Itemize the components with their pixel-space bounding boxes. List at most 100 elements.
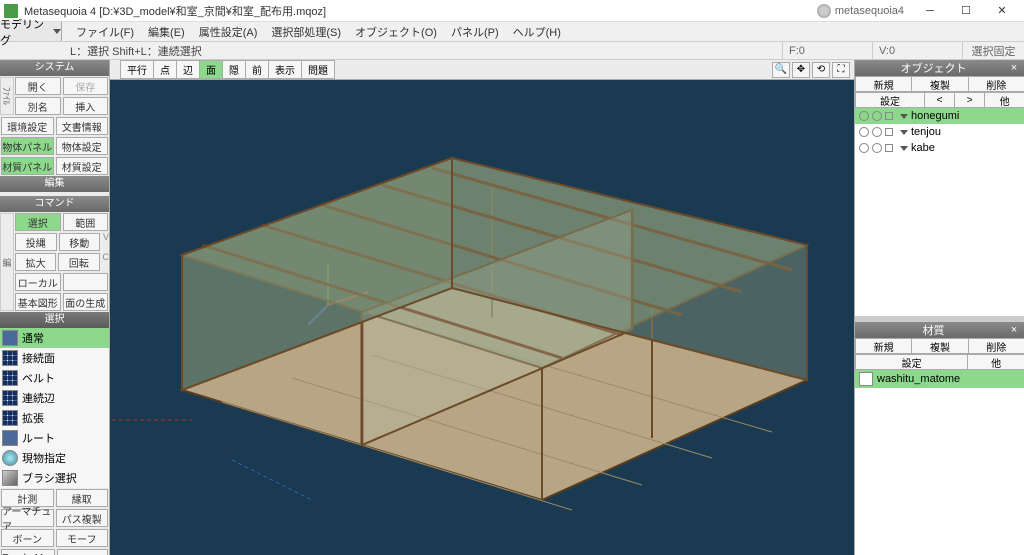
cmd-move[interactable]: 移動: [59, 233, 101, 251]
model-render: [110, 80, 854, 555]
material-panel-close[interactable]: ×: [1008, 324, 1020, 336]
visibility-icon[interactable]: [859, 111, 869, 121]
vp-zoom-icon[interactable]: 🔍: [772, 62, 790, 78]
material-list[interactable]: washitu_matome: [855, 370, 1024, 555]
cmd-renderman[interactable]: RenderMan: [1, 549, 55, 555]
cmd-path-dup[interactable]: パス複製: [56, 509, 109, 527]
vp-pan-icon[interactable]: ✥: [792, 62, 810, 78]
cmd-range[interactable]: 範囲: [63, 213, 109, 231]
obj-next-button[interactable]: >: [954, 92, 985, 108]
visibility-icon[interactable]: [872, 111, 882, 121]
selmode-loop[interactable]: 連続辺: [0, 388, 109, 408]
cmd-rotate[interactable]: 回転: [58, 253, 99, 271]
material-panel-title: 材質: [859, 322, 1008, 338]
selection-fix-button[interactable]: 選択固定: [962, 42, 1024, 59]
material-item[interactable]: washitu_matome: [855, 370, 1024, 388]
open-button[interactable]: 開く: [15, 77, 61, 95]
selmode-connected[interactable]: 接続面: [0, 348, 109, 368]
doc-info-button[interactable]: 文書情報: [56, 117, 109, 135]
menu-object[interactable]: オブジェクト(O): [349, 22, 443, 42]
vp-hidden-button[interactable]: 隠: [222, 60, 246, 79]
cmd-primitive[interactable]: 基本図形: [15, 293, 61, 311]
mat-settings-button[interactable]: 材質設定: [56, 157, 109, 175]
obj-dup-button[interactable]: 複製: [911, 76, 968, 92]
lock-icon[interactable]: [885, 128, 893, 136]
cmd-local[interactable]: ローカル: [15, 273, 61, 291]
env-settings-button[interactable]: 環境設定: [1, 117, 54, 135]
cmd-armature[interactable]: アーマチュア: [1, 509, 54, 527]
cmd-bone[interactable]: ボーン: [1, 529, 54, 547]
viewport-3d[interactable]: [110, 80, 854, 555]
status-faces: F:0: [782, 42, 872, 59]
menu-panel[interactable]: パネル(P): [445, 22, 505, 42]
mat-other-button[interactable]: 他: [967, 354, 1024, 370]
obj-prev-button[interactable]: <: [924, 92, 955, 108]
menu-selection[interactable]: 選択部処理(S): [265, 22, 347, 42]
selmode-extend[interactable]: 拡張: [0, 408, 109, 428]
obj-panel-button[interactable]: 物体パネル: [1, 137, 54, 155]
command-header: コマンド: [0, 196, 109, 212]
menu-edit[interactable]: 編集(E): [142, 22, 191, 42]
vp-rotate-icon[interactable]: ⟲: [812, 62, 830, 78]
vp-persp-button[interactable]: 平行: [120, 60, 154, 79]
cmd-lasso[interactable]: 投縄: [15, 233, 57, 251]
insert-button[interactable]: 挿入: [63, 97, 109, 115]
selmode-belt[interactable]: ベルト: [0, 368, 109, 388]
edit-header: 編集: [0, 176, 109, 192]
vp-front-button[interactable]: 前: [245, 60, 269, 79]
window-title: Metasequoia 4 [D:¥3D_model¥和室_京間¥和室_配布用.…: [24, 3, 817, 19]
visibility-icon[interactable]: [872, 127, 882, 137]
menu-file[interactable]: ファイル(F): [70, 22, 140, 42]
expand-icon[interactable]: [900, 146, 908, 151]
minimize-button[interactable]: ─: [912, 1, 948, 21]
cmd-edge-sel[interactable]: 縁取: [56, 489, 109, 507]
visibility-icon[interactable]: [859, 127, 869, 137]
cmd-select[interactable]: 選択: [15, 213, 61, 231]
tab-file[interactable]: ﾌｧｲﾙ: [0, 77, 14, 115]
cmd-facegen[interactable]: 面の生成: [63, 293, 109, 311]
vp-edge-button[interactable]: 辺: [176, 60, 200, 79]
visibility-icon[interactable]: [872, 143, 882, 153]
object-list[interactable]: honegumi tenjou kabe: [855, 108, 1024, 316]
menu-help[interactable]: ヘルプ(H): [507, 22, 567, 42]
mode-dropdown[interactable]: モデリング: [0, 22, 62, 41]
selmode-current[interactable]: 現物指定: [0, 448, 109, 468]
object-item[interactable]: honegumi: [855, 108, 1024, 124]
obj-settings-button[interactable]: 物体設定: [56, 137, 109, 155]
cmd-morph[interactable]: モーフ: [56, 529, 109, 547]
expand-icon[interactable]: [900, 114, 908, 119]
object-item[interactable]: kabe: [855, 140, 1024, 156]
close-button[interactable]: ✕: [984, 1, 1020, 21]
cmd-empty: [63, 273, 109, 291]
vp-display-button[interactable]: 表示: [268, 60, 302, 79]
mat-del-button[interactable]: 削除: [968, 338, 1024, 354]
vp-fit-icon[interactable]: ⛶: [832, 62, 850, 78]
selmode-brush[interactable]: ブラシ選択: [0, 468, 109, 488]
tab-edit[interactable]: 編: [0, 213, 14, 311]
right-column: オブジェクト× 新規 複製 削除 設定 < > 他 honegumi tenjo: [854, 60, 1024, 555]
lock-icon[interactable]: [885, 112, 893, 120]
expand-icon[interactable]: [900, 130, 908, 135]
object-panel-close[interactable]: ×: [1008, 62, 1020, 74]
selmode-normal[interactable]: 通常: [0, 328, 109, 348]
mat-settings-tab[interactable]: 設定: [855, 354, 968, 370]
obj-settings-tab[interactable]: 設定: [855, 92, 925, 108]
maximize-button[interactable]: ☐: [948, 1, 984, 21]
obj-new-button[interactable]: 新規: [855, 76, 912, 92]
vp-problem-button[interactable]: 問題: [301, 60, 335, 79]
cmd-scale[interactable]: 拡大: [15, 253, 56, 271]
vp-vertex-button[interactable]: 点: [153, 60, 177, 79]
mat-panel-button[interactable]: 材質パネル: [1, 157, 54, 175]
lock-icon[interactable]: [885, 144, 893, 152]
menu-attribute[interactable]: 属性設定(A): [193, 22, 264, 42]
selmode-root[interactable]: ルート: [0, 428, 109, 448]
mat-new-button[interactable]: 新規: [855, 338, 912, 354]
visibility-icon[interactable]: [859, 143, 869, 153]
object-item[interactable]: tenjou: [855, 124, 1024, 140]
save-button[interactable]: 保存: [63, 77, 109, 95]
obj-del-button[interactable]: 削除: [968, 76, 1024, 92]
save-as-button[interactable]: 別名: [15, 97, 61, 115]
vp-face-button[interactable]: 面: [199, 60, 223, 79]
obj-other-button[interactable]: 他: [984, 92, 1024, 108]
mat-dup-button[interactable]: 複製: [911, 338, 968, 354]
